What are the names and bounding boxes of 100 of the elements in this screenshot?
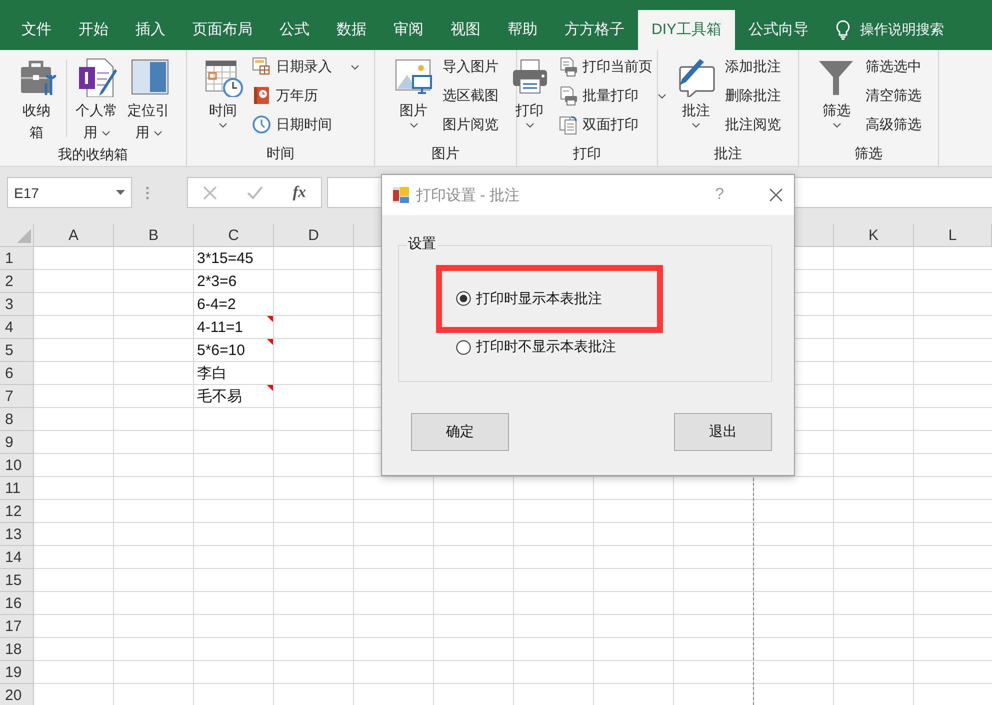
row-header[interactable]: 20 [0,684,34,705]
chevron-down-icon[interactable] [526,123,534,128]
ribbon-tab[interactable]: 方方格子 [551,10,638,50]
ribbon-button[interactable]: 定位引用 [124,55,172,145]
column-header[interactable]: B [114,224,194,247]
chevron-down-icon[interactable] [658,94,666,98]
chevron-down-icon[interactable] [832,123,840,128]
ribbon-button[interactable]: 图片阅览 [440,113,500,137]
ribbon-button[interactable]: 时间 [200,55,246,144]
group-title: 时间 [266,144,296,163]
group-title: 批注 [713,144,743,163]
row-header[interactable]: 8 [0,408,34,431]
ribbon-button[interactable]: 选区截图 [440,84,500,108]
ribbon-button[interactable]: 日期时间 [250,113,361,137]
chevron-down-icon[interactable] [410,123,418,128]
ribbon-button[interactable]: 图片 [390,55,436,144]
ribbon-tab[interactable]: 公式向导 [735,10,822,50]
table-cell-text: 李白 [196,364,228,384]
chevron-down-icon[interactable] [351,64,359,70]
row-header[interactable]: 12 [0,500,34,523]
ribbon-button[interactable]: 万年历 [250,84,361,108]
table-cell: 5*6=10 [194,339,274,362]
dropdown-caret-icon[interactable] [116,190,125,195]
row-header[interactable]: 11 [0,477,34,500]
column-header[interactable]: D [274,224,354,247]
calendar-book-icon [252,86,271,106]
tell-me-search[interactable]: 操作说明搜索 [860,21,944,39]
ribbon-button[interactable]: 打印 [506,55,552,144]
chevron-down-icon[interactable] [219,123,227,128]
ribbon-button[interactable]: 批注阅览 [723,113,783,137]
column-header[interactable]: A [34,224,114,247]
row-header[interactable]: 4 [0,316,34,339]
page-printer-icon [558,57,578,77]
document-pencil-icon [76,57,116,97]
ribbon-tab[interactable]: 审阅 [380,10,437,50]
chevron-down-icon[interactable] [154,130,162,136]
ribbon-tab[interactable]: 数据 [323,10,380,50]
insert-function-button[interactable]: fx [292,184,306,202]
calendar-grid-icon [252,57,271,77]
ribbon-tab[interactable]: 文件 [8,10,65,50]
ribbon-tab[interactable]: 视图 [437,10,494,50]
ribbon-tab[interactable]: DIY工具箱 [638,10,736,50]
row-header[interactable]: 16 [0,592,34,615]
ribbon-button[interactable]: 打印当前页 [556,55,668,79]
ribbon-button[interactable]: 批注 [673,55,719,144]
dialog-button[interactable]: 确定 [411,413,509,451]
row-header[interactable]: 13 [0,523,34,546]
double-page-icon [558,115,578,135]
ribbon-button[interactable]: 双面打印 [556,113,668,137]
row-header[interactable]: 6 [0,362,34,385]
ribbon-button[interactable]: 导入图片 [440,55,500,79]
row-header[interactable]: 5 [0,339,34,362]
ribbon-button[interactable]: 删除批注 [723,84,783,108]
dialog-button[interactable]: 退出 [674,413,772,451]
group-title: 我的收纳箱 [57,145,129,164]
chevron-down-icon[interactable] [102,130,110,136]
row-header[interactable]: 1 [0,247,34,270]
ribbon-button[interactable]: 批量打印 [556,84,668,108]
row-header[interactable]: 7 [0,385,34,408]
row-header[interactable]: 18 [0,638,34,661]
name-box[interactable]: E17 [7,177,132,208]
ribbon-button[interactable]: 清空筛选 [864,84,924,108]
table-cell-text: 2*3=6 [196,272,238,292]
ribbon-tab[interactable]: 帮助 [494,10,551,50]
row-header[interactable]: 9 [0,431,34,454]
enter-check-icon[interactable] [246,186,263,200]
ribbon-button[interactable]: 收纳箱 [14,55,60,145]
ribbon-button[interactable]: 日期录入 [250,55,361,79]
row-header[interactable]: 15 [0,569,34,592]
radio-button[interactable] [456,340,471,355]
ribbon-tab[interactable]: 页面布局 [179,10,266,50]
row-header[interactable]: 10 [0,454,34,477]
row-header[interactable]: 19 [0,661,34,684]
table-cell-text: 6-4=2 [196,295,237,315]
ribbon-tab[interactable]: 插入 [122,10,179,50]
row-header[interactable]: 3 [0,293,34,316]
ribbon-button[interactable]: 个人常用 [72,55,120,145]
radio-label[interactable]: 打印时不显示本表批注 [476,338,616,356]
row-header[interactable]: 14 [0,546,34,569]
column-header[interactable]: K [834,224,914,247]
group-title: 图片 [430,144,460,163]
ribbon-tab[interactable]: 公式 [266,10,323,50]
chevron-down-icon[interactable] [692,123,700,128]
split-panel-icon [128,57,168,97]
column-header[interactable]: L [914,224,992,247]
row-header[interactable]: 2 [0,270,34,293]
column-header[interactable]: C [194,224,274,247]
ribbon-button[interactable]: 添加批注 [723,55,783,79]
radio-button[interactable] [456,291,471,306]
radio-label[interactable]: 打印时显示本表批注 [476,290,602,308]
ribbon-button[interactable]: 筛选选中 [864,55,924,79]
picture-monitor-icon [394,57,434,97]
group-title: 设置 [407,235,437,253]
ribbon-button[interactable]: 高级筛选 [864,113,924,137]
close-icon[interactable] [768,187,784,203]
group-title: 打印 [572,144,602,163]
row-header[interactable]: 17 [0,615,34,638]
table-cell: 毛不易 [194,385,274,408]
ribbon-button[interactable]: 筛选 [814,55,860,144]
ribbon-tab[interactable]: 开始 [65,10,122,50]
